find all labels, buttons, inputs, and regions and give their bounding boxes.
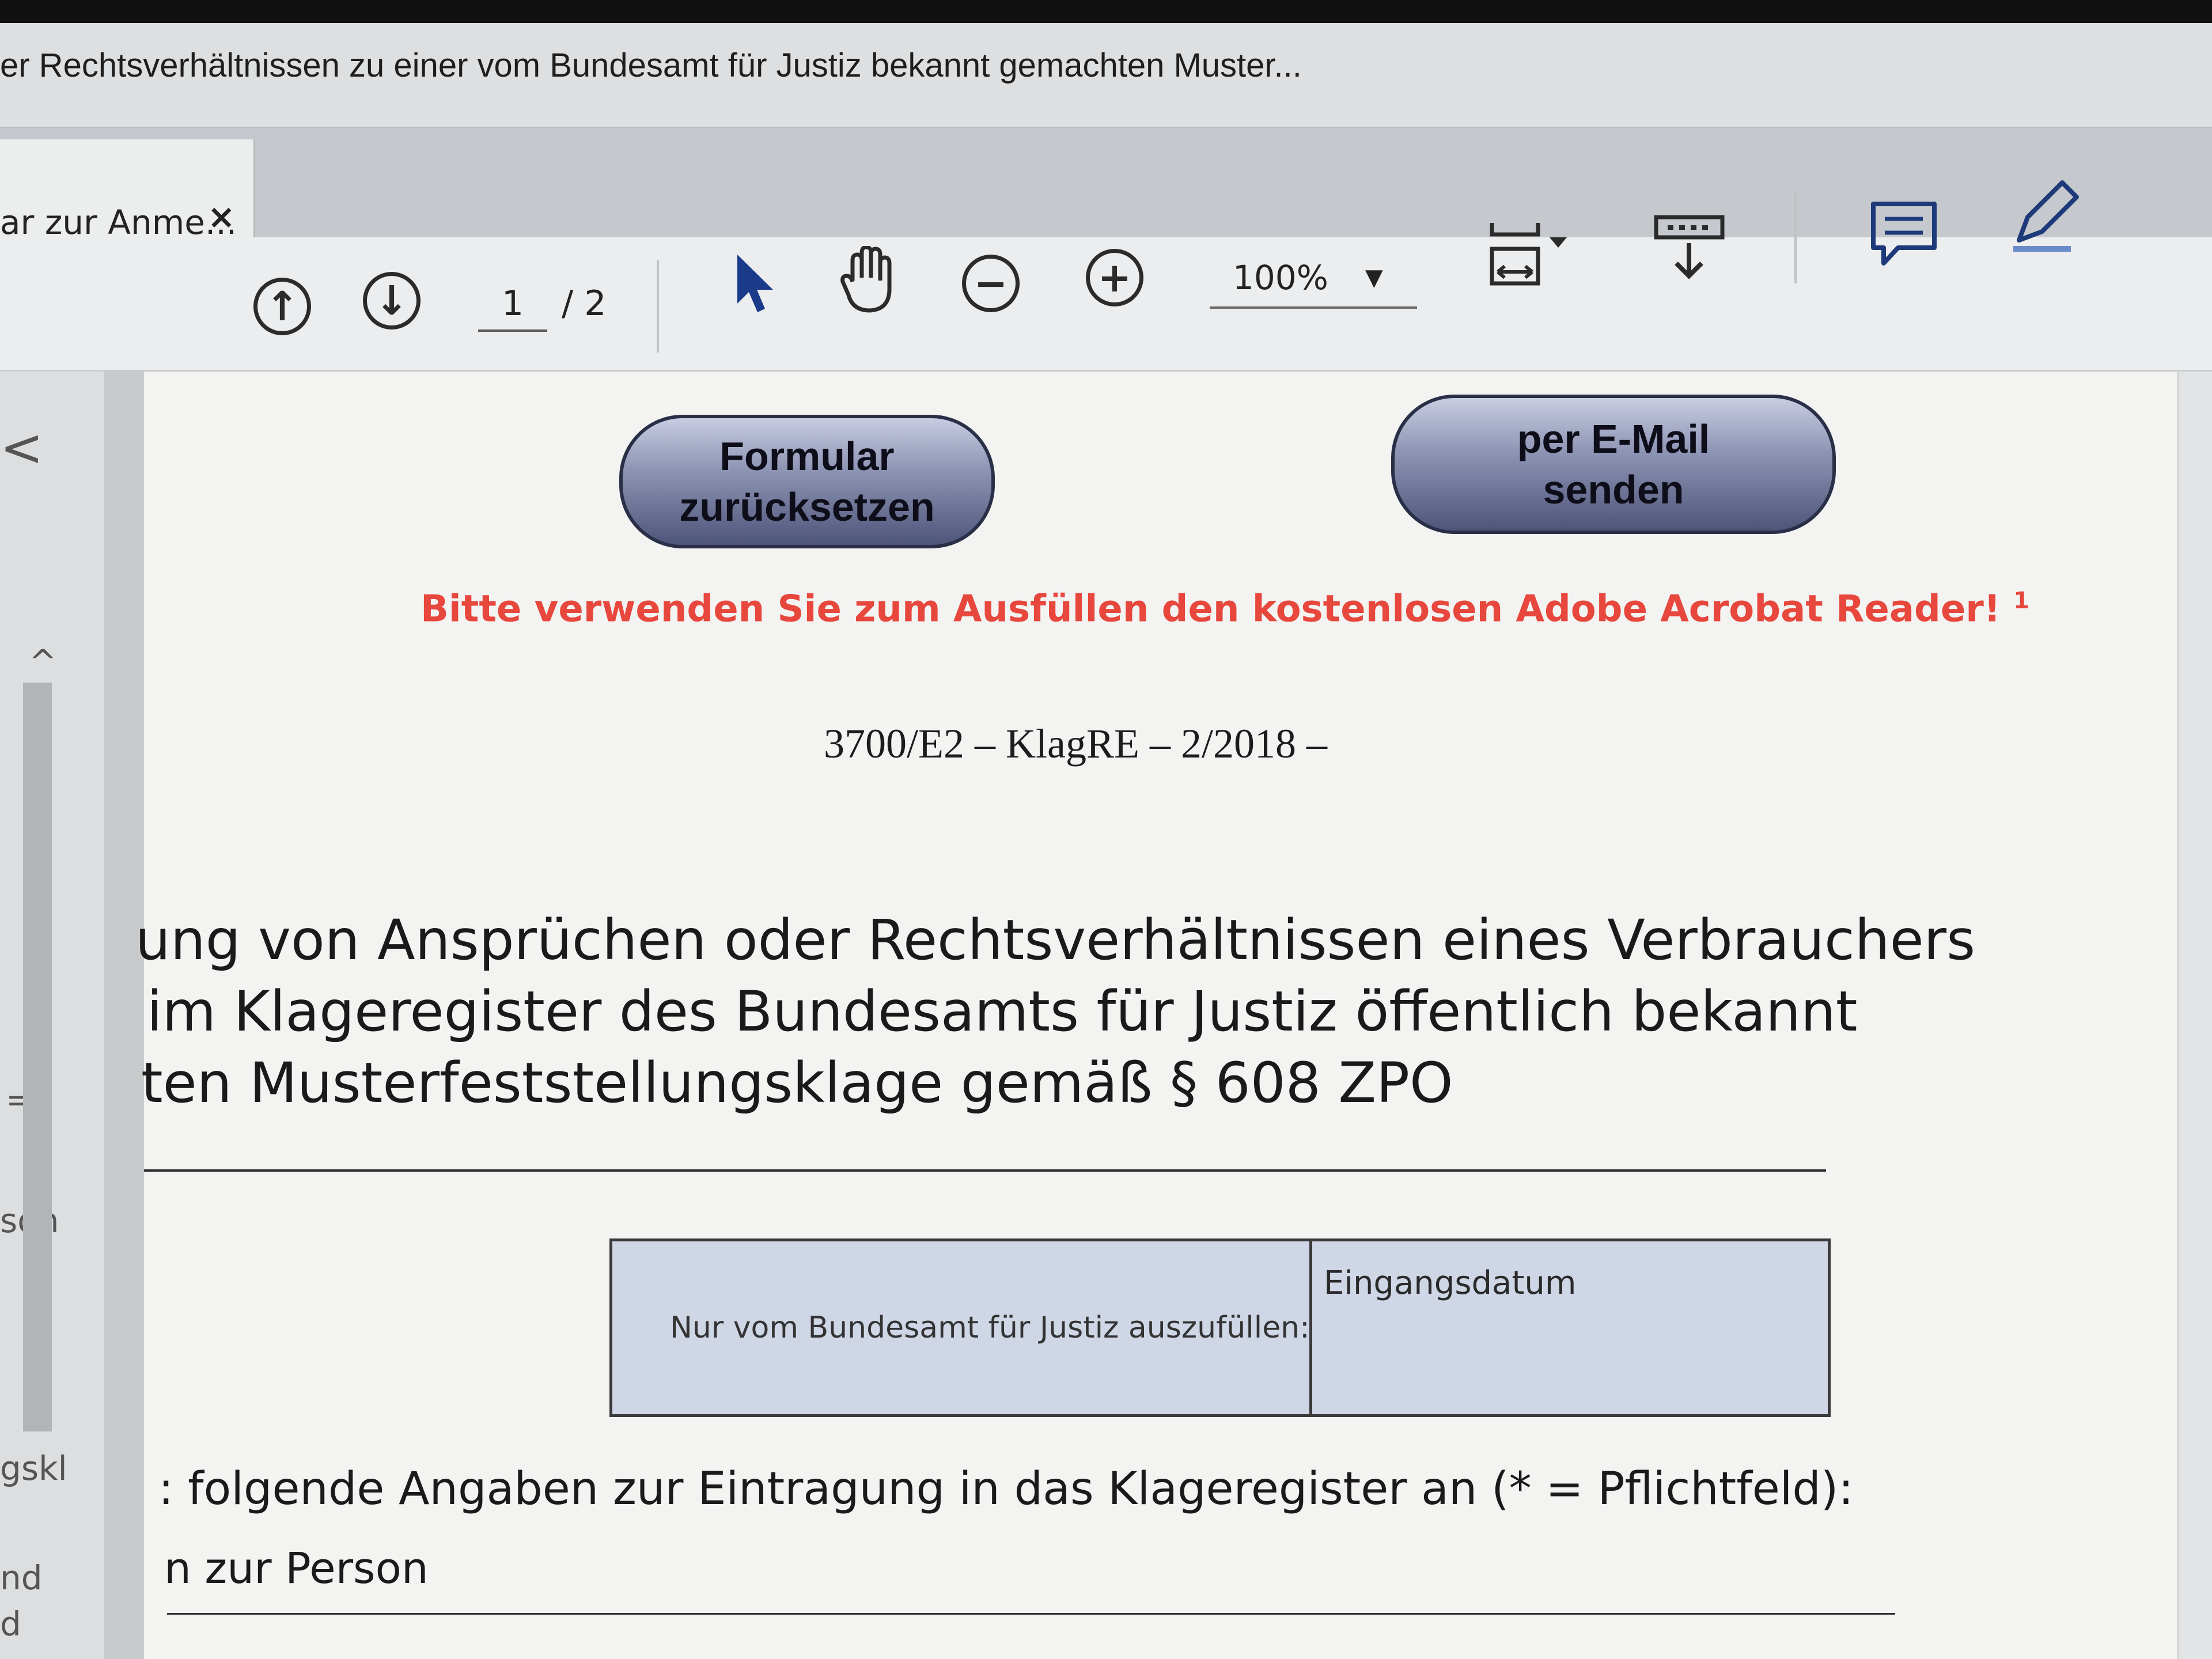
divider (167, 1613, 1895, 1615)
scroll-up-icon[interactable]: ^ (29, 642, 57, 681)
scroll-down-icon (1654, 215, 1725, 279)
email-label-line1: per E-Mail (1517, 416, 1710, 461)
window-titlebar: er Rechtsverhältnissen zu einer vom Bund… (0, 23, 2212, 128)
office-use-table: Nur vom Bundesamt für Justiz auszufüllen… (609, 1238, 1831, 1417)
divider (144, 1169, 1826, 1172)
heading-line: im Klageregister des Bundesamts für Just… (147, 979, 1858, 1044)
document-heading: ung von Ansprüchen oder Rechtsverhältnis… (135, 904, 1975, 1119)
window-title: er Rechtsverhältnissen zu einer vom Bund… (0, 47, 1302, 84)
reset-form-button[interactable]: Formular zurücksetzen (619, 415, 995, 548)
instruction-text: : folgende Angaben zur Eintragung in das… (158, 1463, 1854, 1515)
cursor-arrow-icon (737, 255, 773, 312)
document-tab[interactable]: ar zur Anme... × (0, 139, 255, 242)
office-use-label: Nur vom Bundesamt für Justiz auszufüllen… (670, 1310, 1310, 1345)
page-number-input[interactable]: 1 (478, 278, 547, 332)
page-total: / 2 (562, 283, 607, 324)
heading-line: ung von Ansprüchen oder Rechtsverhältnis… (135, 908, 1976, 972)
section-heading: n zur Person (164, 1544, 429, 1593)
receipt-date-cell: Eingangsdatum (1312, 1241, 1828, 1414)
reference-number: 3700/E2 – KlagRE – 2/2018 – (824, 721, 1327, 767)
tab-label: ar zur Anme... (0, 203, 237, 242)
navigation-pane: < ^ = son gskl nd d (0, 372, 106, 1659)
select-tool-button[interactable] (720, 249, 789, 318)
comment-icon (1871, 202, 1937, 266)
send-email-button[interactable]: per E-Mail senden (1391, 395, 1836, 534)
zoom-value: 100% (1233, 258, 1328, 297)
toolbar-divider (1794, 191, 1797, 283)
pane-scroll-thumb[interactable] (23, 683, 52, 1431)
plus-icon: + (1086, 249, 1143, 306)
zoom-in-button[interactable]: + (1080, 243, 1149, 312)
document-scrollbar[interactable] (2177, 372, 2212, 1659)
reader-notice: Bitte verwenden Sie zum Ausfüllen den ko… (421, 588, 2029, 630)
close-icon[interactable]: × (207, 197, 236, 236)
arrow-up-icon: ↑ (253, 278, 311, 335)
fit-page-button[interactable] (1480, 209, 1578, 306)
toolbar: ↑ ↓ 1 / 2 − + 100% ▼ (0, 180, 2212, 372)
zoom-select[interactable]: 100% ▼ (1210, 249, 1417, 309)
footnote-marker: 1 (2013, 588, 2030, 614)
receipt-date-label: Eingangsdatum (1324, 1264, 1577, 1302)
pane-text-fragment: gskl (0, 1449, 67, 1488)
reset-label-line1: Formular (719, 434, 895, 479)
notice-text: Bitte verwenden Sie zum Ausfüllen den ko… (421, 588, 2001, 631)
toolbar-divider (657, 260, 659, 353)
hand-tool-button[interactable] (835, 246, 904, 315)
hand-icon (840, 246, 892, 313)
email-label-line2: senden (1543, 467, 1684, 512)
reset-label-line2: zurücksetzen (679, 484, 935, 529)
heading-line: ten Musterfeststellungsklage gemäß § 608… (141, 1051, 1453, 1115)
scroll-mode-button[interactable] (1647, 203, 1734, 289)
minus-icon: − (962, 255, 1020, 312)
pane-text-fragment: d (0, 1604, 21, 1643)
pen-icon (2013, 180, 2079, 252)
pane-text-fragment: nd (0, 1558, 43, 1597)
zoom-out-button[interactable]: − (956, 249, 1025, 318)
arrow-down-icon: ↓ (363, 272, 421, 329)
fit-width-icon (1490, 223, 1567, 286)
office-use-label-cell: Nur vom Bundesamt für Justiz auszufüllen… (612, 1241, 1312, 1414)
comment-button[interactable] (1861, 191, 1947, 278)
highlight-button[interactable] (1999, 174, 2085, 260)
chevron-down-icon: ▼ (1365, 264, 1383, 291)
screen-bezel (0, 0, 2212, 23)
collapse-icon[interactable]: < (0, 418, 43, 478)
next-page-button[interactable]: ↓ (357, 266, 426, 335)
previous-page-button[interactable]: ↑ (248, 272, 317, 341)
